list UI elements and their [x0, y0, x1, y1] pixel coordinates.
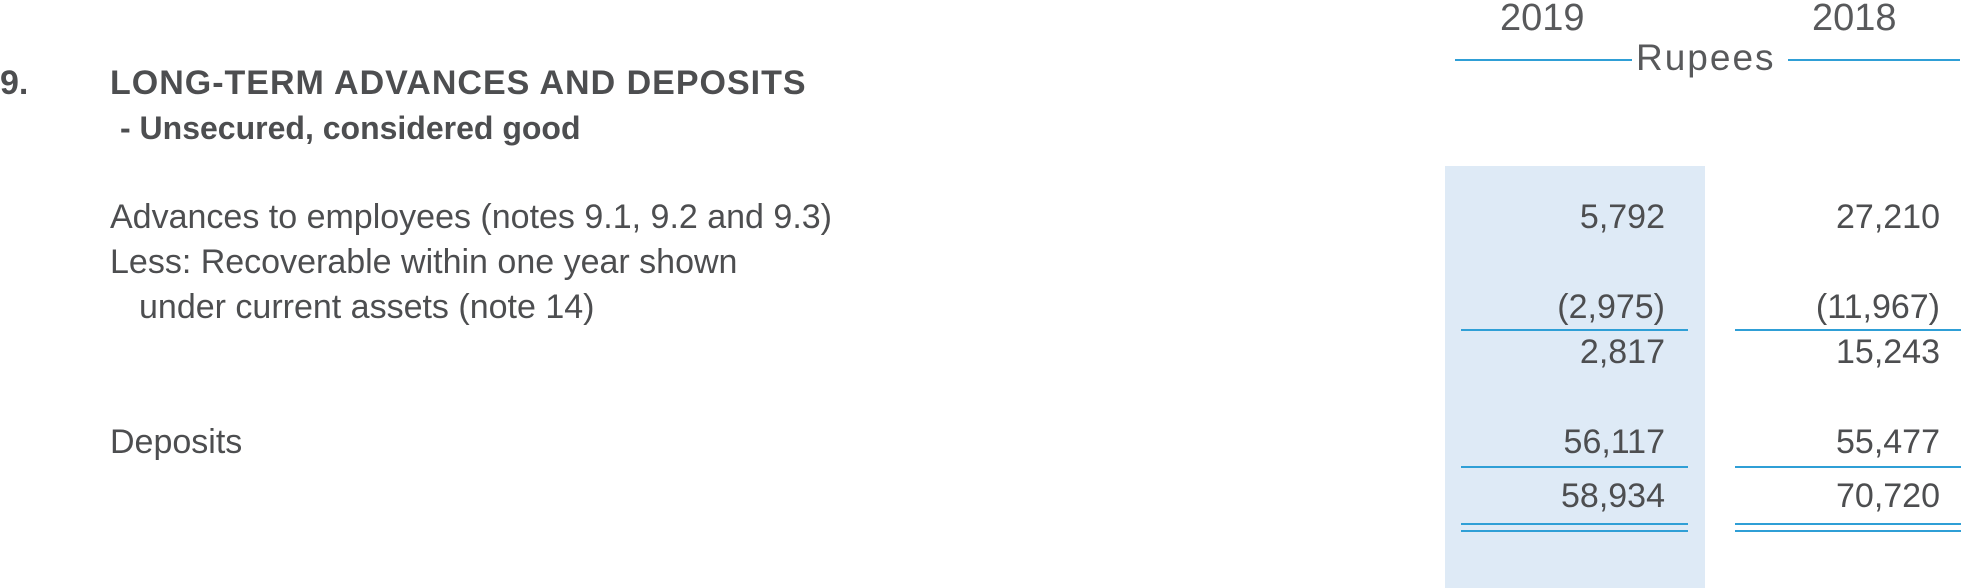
total-double-rule-2019-a [1461, 523, 1688, 525]
less-label-line2: under current assets (note 14) [139, 288, 595, 326]
total-rule-2018 [1735, 466, 1961, 468]
total-double-rule-2019-b [1461, 530, 1688, 532]
unit-label: Rupees [1636, 37, 1776, 78]
note-subtitle: - Unsecured, considered good [120, 110, 581, 146]
advances-2018: 27,210 [1836, 198, 1940, 236]
subtotal-2018: 15,243 [1836, 333, 1940, 371]
year-2018-header: 2018 [1812, 0, 1897, 39]
recoverable-2018: (11,967) [1815, 288, 1940, 326]
recoverable-2019: (2,975) [1557, 288, 1665, 326]
advances-2019: 5,792 [1579, 198, 1665, 236]
total-double-rule-2018-b [1735, 530, 1961, 532]
subtotal-2019: 2,817 [1579, 333, 1665, 371]
year-2019-header: 2019 [1500, 0, 1585, 39]
total-2019: 58,934 [1561, 477, 1665, 515]
total-2018: 70,720 [1836, 477, 1940, 515]
note-number: 9. [0, 64, 29, 102]
note-title: LONG-TERM ADVANCES AND DEPOSITS [110, 64, 807, 102]
deposits-2019: 56,117 [1563, 423, 1665, 461]
rupees-rule-right [1788, 59, 1960, 61]
rupees-rule-left [1455, 59, 1632, 61]
subtotal-rule-2018 [1735, 329, 1961, 331]
deposits-label: Deposits [110, 423, 243, 461]
total-double-rule-2018-a [1735, 523, 1961, 525]
deposits-2018: 55,477 [1836, 423, 1940, 461]
subtotal-rule-2019 [1461, 329, 1688, 331]
less-label-line1: Less: Recoverable within one year shown [110, 243, 738, 281]
total-rule-2019 [1461, 466, 1688, 468]
advances-label: Advances to employees (notes 9.1, 9.2 an… [110, 198, 833, 236]
